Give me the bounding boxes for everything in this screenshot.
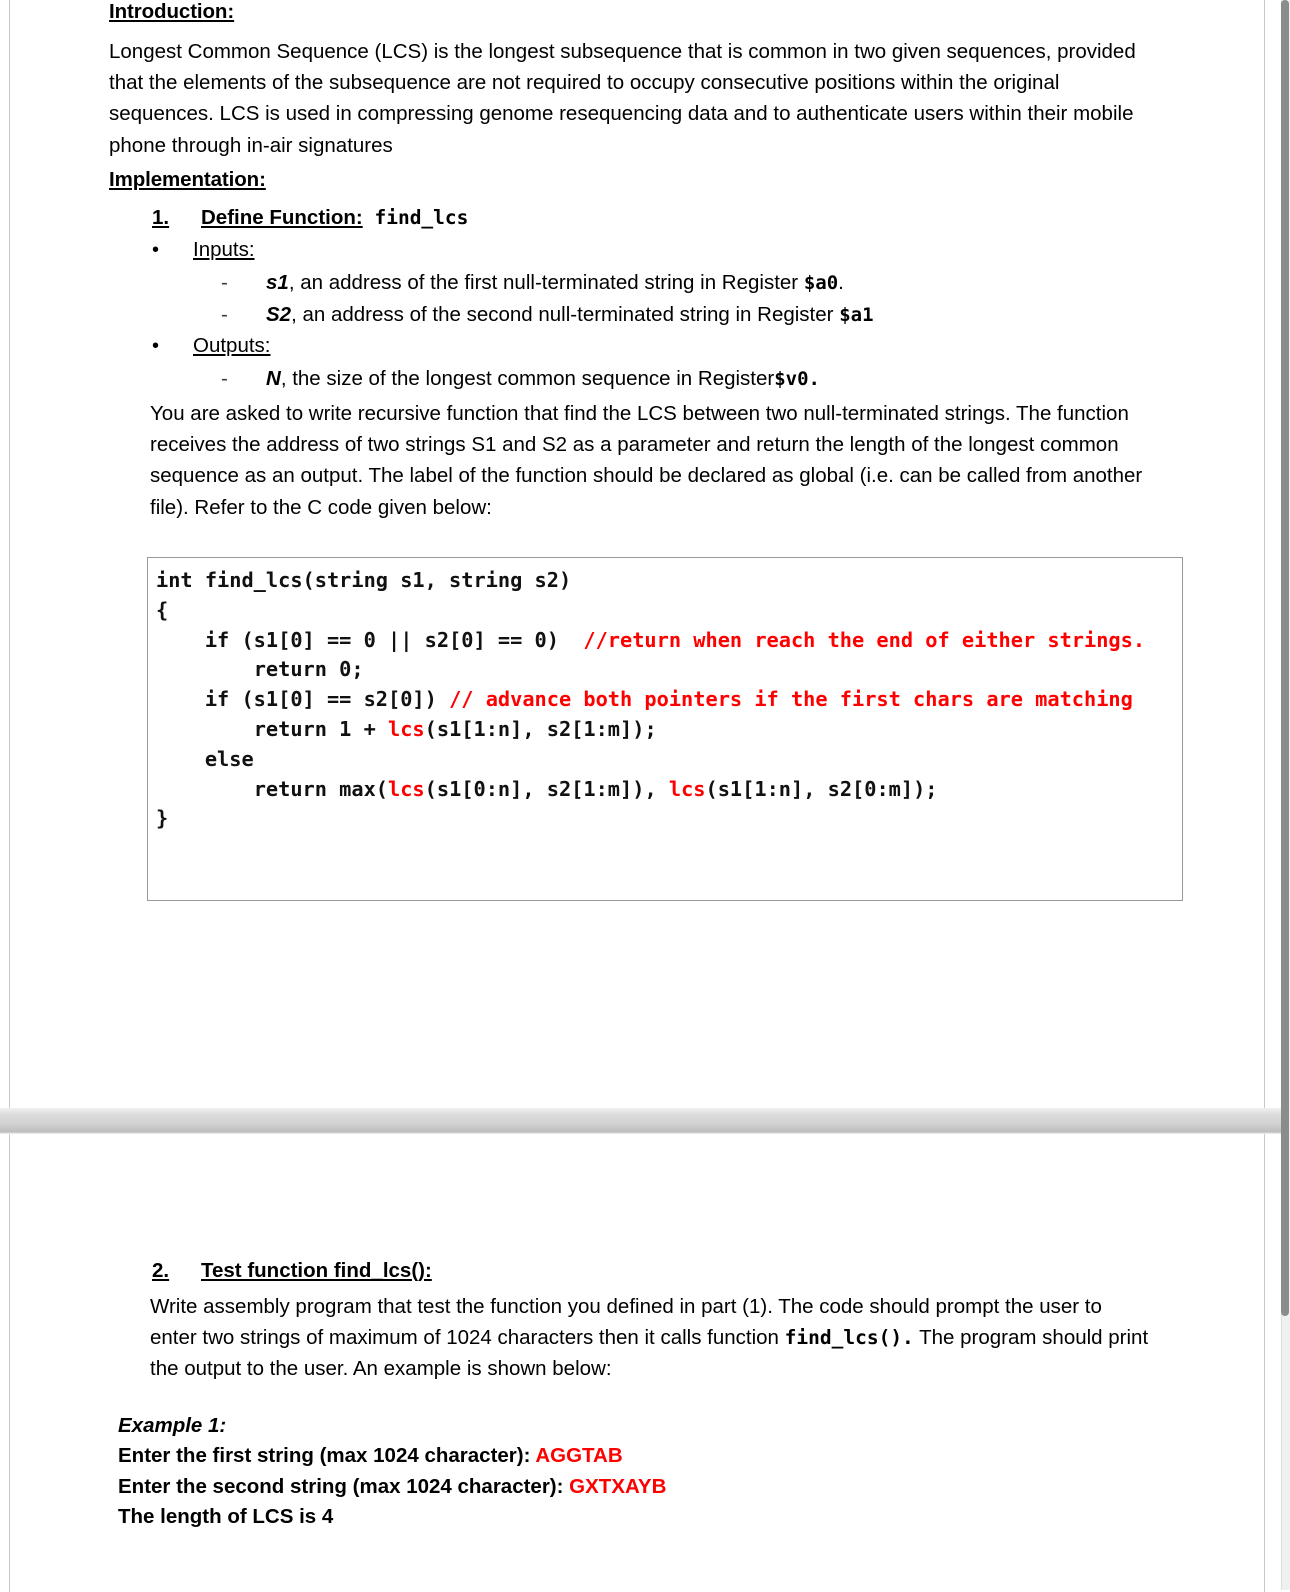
output-n-text: , the size of the longest common sequenc… (280, 367, 775, 390)
input-entry-s2: - S2, an address of the second null-term… (221, 299, 1161, 332)
code-segment-comment: // advance both pointers if the first ch… (449, 687, 1133, 712)
code-segment-comment: //return when reach the end of either st… (583, 627, 1146, 652)
task-paragraph-wrap: You are asked to write recursive functio… (150, 398, 1150, 523)
outputs-label: Outputs: (193, 334, 271, 357)
test-paragraph-function: find_lcs(). (784, 1326, 914, 1350)
bullet-icon: • (152, 239, 160, 261)
code-segment-code: int find_lcs(string s1, string s2) (156, 568, 572, 592)
vertical-scrollbar-thumb[interactable] (1281, 0, 1289, 1316)
inputs-group: • Inputs: (152, 235, 1152, 265)
define-function-label: Define Function: (201, 206, 363, 229)
example-line-2-value: GXTXAYB (569, 1474, 667, 1498)
code-segment-code: (s1[1:n], s2[1:m]); (424, 716, 657, 741)
bullet-icon: • (152, 335, 160, 357)
dash-marker: - (221, 303, 228, 326)
example-line-1-prompt: Enter the first string (max 1024 charact… (118, 1444, 536, 1467)
c-code-block: int find_lcs(string s1, string s2) { if … (147, 557, 1183, 901)
intro-heading: Introduction: (109, 0, 235, 23)
document-viewport: Introduction: Longest Common Sequence (L… (0, 0, 1290, 1592)
example-result: The length of LCS is 4 (118, 1505, 334, 1528)
input-s1-name: s1 (266, 271, 289, 294)
intro-section: Introduction: (109, 0, 1149, 24)
code-segment-code: if (s1[0] == 0 || s2[0] == 0) (156, 627, 584, 652)
code-segment-code: } (156, 806, 169, 831)
example-line-2: Enter the second string (max 1024 charac… (118, 1472, 1118, 1503)
input-s1-text: , an address of the first null-terminate… (288, 271, 804, 294)
example-block: Example 1: Enter the first string (max 1… (118, 1411, 1118, 1533)
code-segment-code: else (156, 746, 254, 771)
task-paragraph: You are asked to write recursive functio… (150, 402, 1143, 519)
code-segment-code: if (s1[0] == s2[0]) (156, 687, 450, 712)
output-n-register: $v0. (774, 368, 820, 390)
implementation-section: Implementation: (109, 168, 1149, 192)
list-marker-2: 2. (152, 1259, 170, 1282)
example-line-1-value: AGGTAB (535, 1444, 623, 1467)
outputs-group: • Outputs: (152, 331, 1152, 361)
test-paragraph: Write assembly program that test the fun… (150, 1291, 1150, 1385)
test-function-heading: Test function find_lcs(): (201, 1259, 432, 1282)
page-separator (0, 1108, 1282, 1134)
intro-paragraph: Longest Common Sequence (LCS) is the lon… (109, 40, 1136, 157)
input-s1-register: $a0 (803, 272, 839, 294)
code-content: int find_lcs(string s1, string s2) { if … (156, 566, 1178, 834)
output-n-name: N (266, 367, 281, 390)
code-segment-code: (s1[1:n], s2[0:m]); (705, 776, 938, 801)
code-segment-code: { (156, 597, 169, 622)
code-segment-code: return 0; (156, 657, 364, 682)
input-s2-register: $a1 (839, 304, 874, 326)
dash-marker: - (221, 367, 228, 390)
test-paragraph-wrap: Write assembly program that test the fun… (150, 1291, 1150, 1385)
code-segment-code: return 1 + (156, 716, 389, 741)
code-segment-fn: lcs (388, 776, 425, 801)
impl-item-1: 1. Define Function: find_lcs (152, 203, 1152, 233)
document-page-1 (9, 0, 1265, 1108)
test-section-heading-wrap: 2. Test function find_lcs(): (152, 1256, 1162, 1286)
input-s2-text: , an address of the second null-terminat… (291, 303, 840, 326)
example-title: Example 1: (118, 1414, 227, 1437)
code-segment-fn: lcs (668, 776, 706, 801)
list-marker-1: 1. (152, 206, 170, 229)
output-entry-n: - N, the size of the longest common sequ… (221, 363, 1161, 396)
function-name: find_lcs (374, 206, 469, 229)
input-entry-s1: - s1, an address of the first null-termi… (221, 267, 1161, 300)
code-segment-code: (s1[0:n], s2[1:m]), (424, 776, 669, 801)
example-line-2-prompt: Enter the second string (max 1024 charac… (118, 1474, 570, 1498)
vertical-scrollbar-track[interactable] (1281, 0, 1290, 1590)
inputs-label: Inputs: (193, 238, 255, 261)
implementation-heading: Implementation: (109, 168, 266, 191)
dash-marker: - (221, 271, 228, 294)
example-line-1: Enter the first string (max 1024 charact… (118, 1441, 1118, 1472)
input-s1-tail: . (838, 271, 844, 294)
code-segment-fn: lcs (388, 716, 425, 741)
code-segment-code: return max( (156, 776, 389, 801)
input-s2-name: S2 (266, 303, 292, 326)
intro-paragraph-wrap: Longest Common Sequence (LCS) is the lon… (109, 36, 1149, 161)
